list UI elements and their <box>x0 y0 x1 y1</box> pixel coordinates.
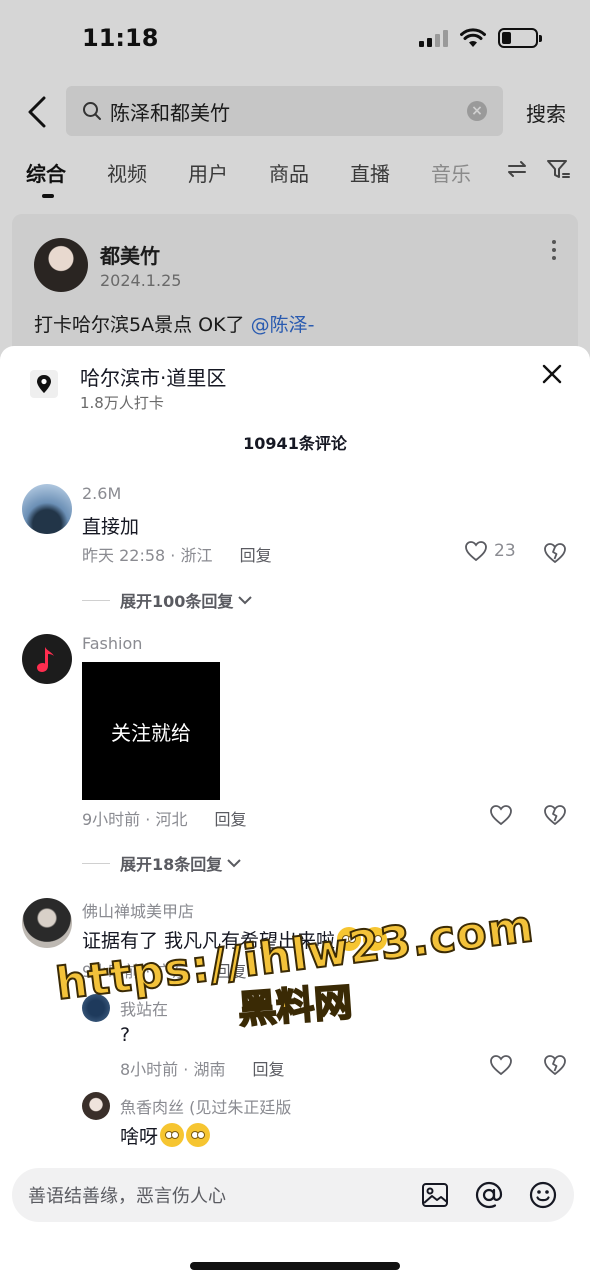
reply-meta: 8小时前 · 湖南 回复 <box>120 1056 285 1080</box>
avatar[interactable] <box>34 238 88 292</box>
reply-username[interactable]: 魚香肉丝 (见过朱正廷版 <box>120 1094 291 1118</box>
search-button[interactable]: 搜索 <box>526 98 566 127</box>
chevron-down-icon <box>227 859 241 868</box>
like-button[interactable]: 23 <box>464 540 516 562</box>
broken-heart-icon[interactable] <box>543 804 567 826</box>
reply-text: 啥呀 <box>120 1122 211 1149</box>
clear-icon[interactable]: × <box>467 101 487 121</box>
comment-meta: 9小时前 · 广东 回复 <box>82 958 247 982</box>
comment-username[interactable]: 2.6M <box>82 484 121 503</box>
avatar[interactable] <box>82 1092 110 1120</box>
battery-icon <box>498 28 542 48</box>
reply-time-location: 8小时前 · 湖南 <box>120 1060 226 1079</box>
reply-button[interactable]: 回复 <box>240 546 272 565</box>
comment-image[interactable]: 关注就给 <box>82 662 220 800</box>
comment-input[interactable]: 善语结善缘，恶言伤人心 <box>12 1168 574 1222</box>
expand-replies-label: 展开18条回复 <box>120 855 223 874</box>
search-input[interactable]: 陈泽和都美竹 × <box>66 86 503 136</box>
switch-icon[interactable] <box>506 158 528 180</box>
comment-meta: 9小时前 · 河北 回复 <box>82 806 247 830</box>
broken-heart-icon[interactable] <box>543 542 567 564</box>
smile-emoji-icon <box>363 927 388 951</box>
music-note-icon <box>37 647 54 672</box>
comment-text-content: 证据有了 我凡凡有希望出来啦 <box>82 930 336 952</box>
tab-users[interactable]: 用户 <box>188 158 228 187</box>
cellular-signal-icon <box>419 29 448 47</box>
expand-replies-button[interactable]: 展开18条回复 <box>82 851 242 875</box>
post-text: 打卡哈尔滨5A景点 OK了 @陈泽- <box>34 310 314 337</box>
filter-icon[interactable] <box>546 158 570 180</box>
image-icon[interactable] <box>420 1180 450 1210</box>
location-pin-icon <box>30 370 58 398</box>
post-card[interactable]: 都美竹 2024.1.25 打卡哈尔滨5A景点 OK了 @陈泽- <box>12 214 578 360</box>
tab-music[interactable]: 音乐 <box>431 158 471 187</box>
post-date: 2024.1.25 <box>100 271 182 290</box>
avatar[interactable] <box>82 994 110 1022</box>
wifi-icon <box>460 28 486 47</box>
expand-replies-button[interactable]: 展开100条回复 <box>82 588 253 612</box>
tab-tools <box>506 158 570 180</box>
comment-username[interactable]: 佛山禅城美甲店 <box>82 898 194 922</box>
comment-text: 直接加 <box>82 516 140 538</box>
tab-live[interactable]: 直播 <box>350 158 390 187</box>
reply-button[interactable]: 回复 <box>215 810 247 829</box>
comment-time-location: 9小时前 · 河北 <box>82 810 188 829</box>
at-mention-icon[interactable] <box>474 1180 504 1210</box>
comment-meta: 昨天 22:58 · 浙江 回复 <box>82 542 272 566</box>
tab-comprehensive[interactable]: 综合 <box>26 158 66 198</box>
close-icon[interactable] <box>540 362 564 386</box>
comment-count: 10941条评论 <box>243 434 347 453</box>
smile-emoji-icon <box>337 927 362 951</box>
chevron-down-icon <box>238 596 253 605</box>
post-caption: 打卡哈尔滨5A景点 OK了 <box>34 314 245 336</box>
pleading-emoji-icon <box>160 1123 185 1147</box>
reply-text: ? <box>120 1024 131 1046</box>
location-name[interactable]: 哈尔滨市·道里区 <box>80 362 226 391</box>
tab-video[interactable]: 视频 <box>107 158 147 187</box>
reply-text-content: 啥呀 <box>120 1126 159 1148</box>
reply-button[interactable]: 回复 <box>253 1060 285 1079</box>
heart-icon[interactable] <box>489 1054 513 1076</box>
broken-heart-icon[interactable] <box>543 1054 567 1076</box>
avatar[interactable] <box>22 484 72 534</box>
more-icon[interactable] <box>552 240 556 260</box>
home-indicator <box>190 1262 400 1270</box>
search-query: 陈泽和都美竹 <box>110 100 230 125</box>
status-time: 11:18 <box>82 24 159 52</box>
expand-replies-label: 展开100条回复 <box>120 592 234 611</box>
comment-input-placeholder[interactable]: 善语结善缘，恶言伤人心 <box>28 1182 396 1208</box>
emoji-icon[interactable] <box>528 1180 558 1210</box>
avatar[interactable] <box>22 898 72 948</box>
search-icon <box>83 102 101 120</box>
pleading-emoji-icon <box>186 1123 211 1147</box>
reply-username[interactable]: 我站在 <box>120 996 168 1020</box>
heart-icon <box>465 541 487 562</box>
reply-button[interactable]: 回复 <box>215 962 247 981</box>
comment-time-location: 昨天 22:58 · 浙江 <box>82 546 213 565</box>
status-icons <box>419 28 542 48</box>
comment-sheet: 哈尔滨市·道里区 1.8万人打卡 10941条评论 2.6M 直接加 昨天 22… <box>0 346 590 1280</box>
post-mention[interactable]: @陈泽- <box>251 314 315 336</box>
checkin-count: 1.8万人打卡 <box>80 394 164 412</box>
post-author[interactable]: 都美竹 <box>100 240 160 269</box>
comment-image-text: 关注就给 <box>111 720 191 745</box>
result-tabs: 综合 视频 用户 商品 直播 音乐 <box>26 158 471 198</box>
like-count: 23 <box>494 541 516 561</box>
comment-text: 证据有了 我凡凡有希望出来啦 <box>82 926 388 953</box>
avatar[interactable] <box>22 634 72 684</box>
tab-products[interactable]: 商品 <box>269 158 309 187</box>
back-icon[interactable] <box>24 94 52 130</box>
comment-username[interactable]: Fashion <box>82 634 142 653</box>
search-results-page: 11:18 陈泽和都美竹 × 搜索 综合 视频 用户 商品 直播 音乐 都美竹 … <box>0 0 590 360</box>
comment-time-location: 9小时前 · 广东 <box>82 962 188 981</box>
heart-icon[interactable] <box>489 804 513 826</box>
